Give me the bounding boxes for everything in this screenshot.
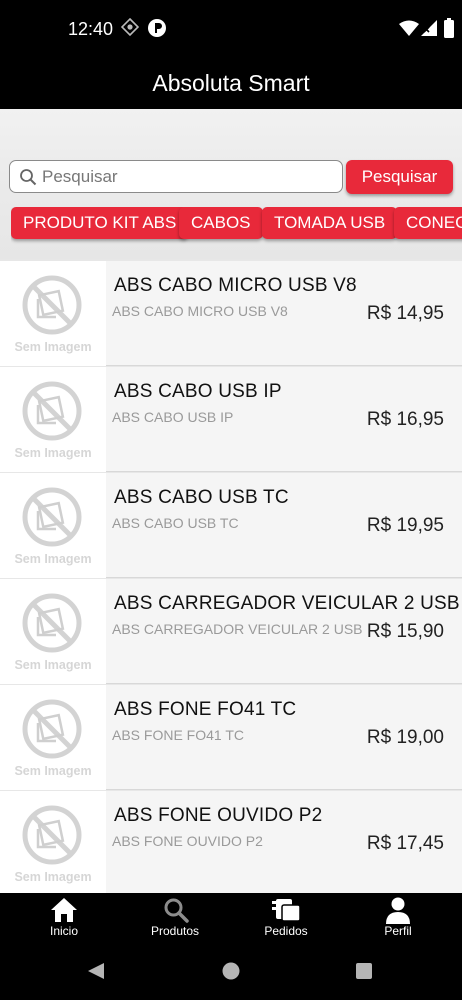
no-image-label: Sem Imagem (14, 658, 91, 672)
no-image-icon: Sem Imagem (14, 699, 92, 778)
product-row[interactable]: Sem Imagem ABS CARREGADOR VEICULAR 2 USB A… (0, 579, 462, 684)
main-content: Pesquisar PRODUTO KIT ABS CABOS TOMADA U… (0, 109, 462, 893)
product-description: ABS CABO USB TC (112, 515, 239, 531)
no-image-label: Sem Imagem (14, 340, 91, 354)
category-chip-cabos[interactable]: CABOS (179, 207, 263, 239)
product-description: ABS CABO USB IP (112, 409, 234, 425)
wifi-icon (399, 20, 419, 41)
nav-item-produtos[interactable]: Produtos (130, 893, 220, 944)
category-chips: PRODUTO KIT ABS CABOS TOMADA USB CONEC (11, 207, 462, 245)
product-row[interactable]: Sem Imagem ABS FONE OUVIDO P2 ABS FONE OUV… (0, 791, 462, 893)
nav-label-produtos: Produtos (150, 924, 200, 938)
product-name: ABS CABO USB IP (114, 381, 282, 402)
product-thumbnail: Sem Imagem (0, 579, 106, 684)
recents-icon[interactable] (355, 962, 373, 985)
product-price: R$ 19,00 (366, 727, 444, 748)
no-image-label: Sem Imagem (14, 552, 91, 566)
app-bar: Absoluta Smart (0, 60, 462, 109)
search-icon (19, 168, 37, 191)
home-button-icon[interactable] (222, 962, 240, 985)
category-chip-conec[interactable]: CONEC (394, 207, 462, 239)
nav-label-pedidos: Pedidos (264, 924, 308, 938)
product-price: R$ 14,95 (366, 303, 444, 324)
no-image-icon: Sem Imagem (14, 275, 92, 354)
nav-item-perfil[interactable]: Perfil (353, 893, 443, 944)
product-description: ABS FONE FO41 TC (112, 727, 244, 743)
product-row[interactable]: Sem Imagem ABS FONE FO41 TC ABS FONE FO41 … (0, 685, 462, 790)
search-field[interactable] (9, 160, 343, 193)
status-bar: 12:40 (0, 0, 462, 60)
product-name: ABS CARREGADOR VEICULAR 2 USB (114, 593, 460, 614)
location-icon (120, 17, 140, 41)
no-image-label: Sem Imagem (14, 870, 91, 884)
back-icon[interactable] (87, 962, 105, 985)
product-price: R$ 16,95 (366, 409, 444, 430)
product-row[interactable]: Sem Imagem ABS CABO USB IP ABS CABO USB IP… (0, 367, 462, 472)
nav-label-inicio: Inicio (49, 924, 78, 938)
product-description: ABS FONE OUVIDO P2 (112, 833, 263, 849)
status-time: 12:40 (68, 19, 114, 39)
no-image-icon: Sem Imagem (14, 381, 92, 460)
category-chip-tomada-usb[interactable]: TOMADA USB (262, 207, 398, 239)
no-image-label: Sem Imagem (14, 764, 91, 778)
no-image-icon: Sem Imagem (14, 487, 92, 566)
search-input[interactable] (42, 164, 332, 189)
bottom-navigation: Inicio Produtos Pedidos Perfil (0, 893, 462, 944)
nav-item-inicio[interactable]: Inicio (19, 893, 109, 944)
no-image-icon: Sem Imagem (14, 805, 92, 884)
product-name: ABS FONE FO41 TC (114, 699, 297, 720)
nav-label-perfil: Perfil (384, 924, 412, 938)
product-thumbnail: Sem Imagem (0, 791, 106, 893)
category-chip-kit-abs[interactable]: PRODUTO KIT ABS (11, 207, 189, 239)
product-description: ABS CARREGADOR VEICULAR 2 USB (112, 621, 363, 637)
system-navigation-bar (0, 944, 462, 1000)
product-thumbnail: Sem Imagem (0, 261, 106, 366)
nav-item-pedidos[interactable]: Pedidos (241, 893, 331, 944)
app-notification-icon (147, 18, 167, 43)
no-image-icon: Sem Imagem (14, 593, 92, 672)
signal-icon (420, 19, 438, 42)
no-image-label: Sem Imagem (14, 446, 91, 460)
product-thumbnail: Sem Imagem (0, 685, 106, 790)
product-price: R$ 15,90 (366, 621, 444, 642)
product-name: ABS FONE OUVIDO P2 (114, 805, 323, 826)
page-title: Absoluta Smart (152, 70, 310, 96)
product-thumbnail: Sem Imagem (0, 473, 106, 578)
product-price: R$ 19,95 (366, 515, 444, 536)
product-description: ABS CABO MICRO USB V8 (112, 303, 288, 319)
product-row[interactable]: Sem Imagem ABS CABO MICRO USB V8 ABS CABO … (0, 261, 462, 366)
search-button[interactable]: Pesquisar (346, 160, 453, 194)
product-row[interactable]: Sem Imagem ABS CABO USB TC ABS CABO USB TC… (0, 473, 462, 578)
product-thumbnail: Sem Imagem (0, 367, 106, 472)
product-name: ABS CABO MICRO USB V8 (114, 275, 357, 296)
product-price: R$ 17,45 (366, 833, 444, 854)
product-name: ABS CABO USB TC (114, 487, 289, 508)
battery-icon (444, 18, 454, 43)
